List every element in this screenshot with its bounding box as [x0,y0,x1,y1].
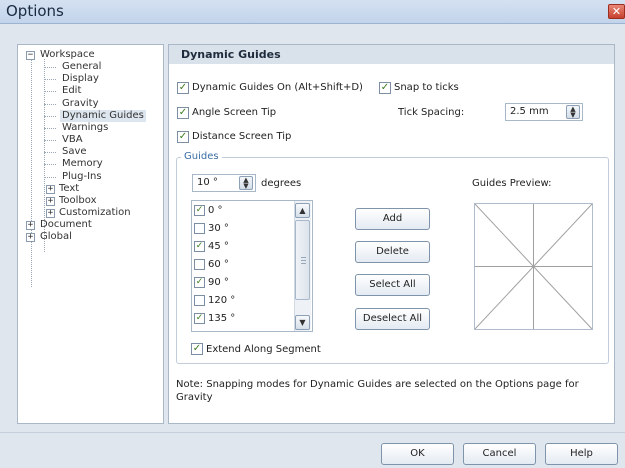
tree-item-document[interactable]: Document [40,219,92,231]
list-item[interactable]: ✓ 0 ° [194,203,294,219]
gravity-note: Note: Snapping modes for Dynamic Guides … [176,379,579,403]
tree-item-toolbox[interactable]: Toolbox [59,195,97,207]
scroll-down-icon[interactable]: ▼ [295,315,310,330]
extend-along-segment-label: Extend Along Segment [206,344,321,355]
tree-item-dynamic-guides[interactable]: Dynamic Guides [60,110,146,122]
expand-icon[interactable]: + [46,185,55,194]
angle-label: 45 ° [208,241,229,252]
grip-line [301,263,306,264]
angle-checkbox[interactable] [194,223,205,234]
tree-item-vba[interactable]: VBA [62,134,83,146]
distance-screen-tip-checkbox[interactable]: ✓ [177,131,189,143]
angle-label: 90 ° [208,277,229,288]
angle-label: 120 ° [208,295,236,306]
scroll-thumb[interactable] [295,220,310,300]
stepper-arrows-icon[interactable]: ▲ ▼ [566,105,580,119]
tree-connector [44,140,56,141]
guide-angle-stepper[interactable]: 10 ° ▲ ▼ [192,174,256,192]
tick-spacing-value: 2.5 mm [510,106,549,117]
angle-checkbox[interactable] [194,259,205,270]
dynamic-guides-on-label: Dynamic Guides On (Alt+Shift+D) [192,82,363,93]
angle-screen-tip-label: Angle Screen Tip [192,107,277,118]
tree-item-global[interactable]: Global [40,231,72,243]
guide-angle-value: 10 ° [197,177,218,188]
guides-preview-label: Guides Preview: [472,178,552,189]
expand-icon[interactable]: + [46,209,55,218]
scroll-up-icon[interactable]: ▲ [295,203,310,218]
tree-connector [44,152,56,153]
collapse-icon[interactable]: − [26,51,35,60]
ok-button[interactable]: OK [381,443,454,465]
select-all-button[interactable]: Select All [355,274,430,296]
tree-item-text[interactable]: Text [59,183,79,195]
tree-item-plug-ins[interactable]: Plug-Ins [62,171,102,183]
angle-checkbox[interactable]: ✓ [194,277,205,288]
tree-connector [44,91,56,92]
angle-label: 135 ° [208,313,236,324]
tick-spacing-label: Tick Spacing: [398,107,465,118]
list-item[interactable]: ✓ 45 ° [194,239,294,255]
snap-to-ticks-label: Snap to ticks [394,82,459,93]
tree-item-gravity[interactable]: Gravity [62,98,99,110]
window-title: Options [6,2,64,20]
angle-label: 60 ° [208,259,229,270]
tree-item-edit[interactable]: Edit [62,85,81,97]
list-item[interactable]: ✓ 90 ° [194,275,294,291]
tree-connector [44,104,56,105]
stepper-arrows-icon[interactable]: ▲ ▼ [239,176,253,190]
tree-connector [44,177,56,178]
tree-connector [44,79,56,80]
tree-item-workspace[interactable]: Workspace [40,49,95,61]
angle-checkbox[interactable]: ✓ [194,241,205,252]
list-item[interactable]: 60 ° [194,257,294,273]
list-item[interactable]: 30 ° [194,221,294,237]
tree-connector [44,128,56,129]
distance-screen-tip-label: Distance Screen Tip [192,131,292,142]
cancel-button[interactable]: Cancel [463,443,536,465]
angle-unit-label: degrees [261,178,302,189]
grip-line [301,257,306,258]
tree-item-save[interactable]: Save [62,146,87,158]
dynamic-guides-on-checkbox[interactable]: ✓ [177,82,189,94]
expand-icon[interactable]: + [46,197,55,206]
title-bar [0,0,625,24]
tree-connector [44,164,56,165]
angle-checkbox[interactable] [194,295,205,306]
guides-preview [474,203,593,330]
delete-button[interactable]: Delete [355,241,430,263]
extend-along-segment-checkbox[interactable]: ✓ [191,343,203,355]
page-title: Dynamic Guides [181,48,281,61]
angle-label: 30 ° [208,223,229,234]
angle-screen-tip-checkbox[interactable]: ✓ [177,107,189,119]
tree-item-general[interactable]: General [62,61,101,73]
expand-icon[interactable]: + [26,233,35,242]
tree-item-customization[interactable]: Customization [59,207,131,219]
list-item[interactable]: 120 ° [194,293,294,309]
tree-connector [44,116,56,117]
tree-connector [44,67,56,68]
guides-preview-graphic [474,203,593,330]
add-button[interactable]: Add [355,208,430,230]
tree-item-warnings[interactable]: Warnings [62,122,108,134]
angle-checkbox[interactable]: ✓ [194,205,205,216]
close-button[interactable]: ✕ [608,4,625,19]
tree-item-display[interactable]: Display [62,73,99,85]
expand-icon[interactable]: + [26,221,35,230]
angle-checkbox[interactable]: ✓ [194,313,205,324]
guides-group-legend: Guides [181,151,222,162]
tree-item-memory[interactable]: Memory [62,158,103,170]
deselect-all-button[interactable]: Deselect All [355,308,430,330]
list-item[interactable]: ✓ 135 ° [194,311,294,327]
tree-connector [31,59,32,287]
snap-to-ticks-checkbox[interactable]: ✓ [379,82,391,94]
grip-line [301,260,306,261]
angle-label: 0 ° [208,205,223,216]
help-button[interactable]: Help [545,443,618,465]
tick-spacing-stepper[interactable]: 2.5 mm ▲ ▼ [505,103,583,121]
